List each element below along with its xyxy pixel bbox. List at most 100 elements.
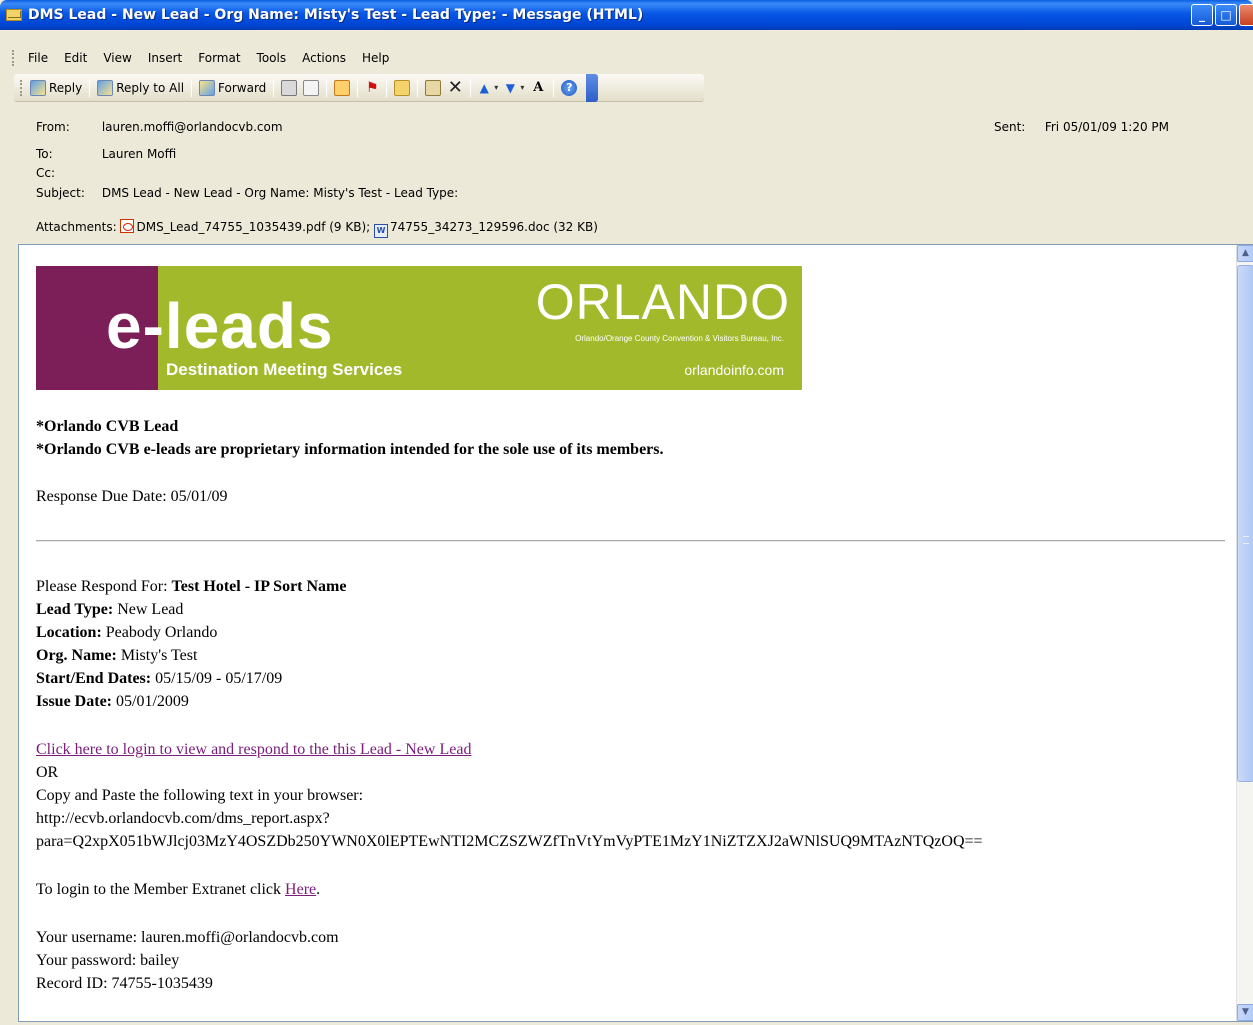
mail-icon xyxy=(334,79,351,96)
window-controls: _ □ xyxy=(1191,4,1253,26)
toolbar-separator xyxy=(273,78,275,97)
response-due-date: Response Due Date: 05/01/09 xyxy=(36,488,228,505)
extranet-line: To login to the Member Extranet click He… xyxy=(36,878,320,901)
menu-format[interactable]: Format xyxy=(190,48,248,68)
toolbar-separator xyxy=(326,78,328,97)
orlando-org-name: Orlando/Orange County Convention & Visit… xyxy=(575,334,784,343)
font-size-button[interactable]: A xyxy=(527,78,549,98)
scroll-thumb[interactable] xyxy=(1237,265,1253,782)
toolbar-separator xyxy=(191,78,193,97)
window-titlebar[interactable]: DMS Lead - New Lead - Org Name: Misty's … xyxy=(0,0,1253,30)
subject-row: Subject: DMS Lead - New Lead - Org Name:… xyxy=(36,186,458,200)
message-body[interactable]: e-leads Destination Meeting Services ORL… xyxy=(18,244,1253,1022)
menu-help[interactable]: Help xyxy=(354,48,397,68)
menubar-grip[interactable] xyxy=(12,50,15,66)
orlando-logo: ORLANDO xyxy=(535,274,790,330)
word-doc-icon: W xyxy=(374,224,389,238)
login-lead-link[interactable]: Click here to login to view and respond … xyxy=(36,738,471,761)
folder-icon xyxy=(394,79,411,96)
dates-value: 05/15/09 - 05/17/09 xyxy=(151,670,283,687)
follow-up-flag-button[interactable]: ⚑ xyxy=(362,78,382,98)
toolbar-options-button[interactable] xyxy=(586,73,599,102)
envelope-icon xyxy=(6,9,22,21)
delete-x-icon: ✕ xyxy=(447,76,463,98)
notice-line-2: *Orlando CVB e-leads are proprietary inf… xyxy=(36,441,664,458)
eleads-banner: e-leads Destination Meeting Services ORL… xyxy=(36,266,802,390)
help-button[interactable]: ? xyxy=(558,78,580,98)
sent-value: Fri 05/01/09 1:20 PM xyxy=(1044,120,1169,134)
pdf-icon xyxy=(120,219,135,233)
previous-item-button[interactable]: ▲ ▾ xyxy=(475,78,501,98)
reply-button[interactable]: Reply xyxy=(27,78,85,98)
issue-date-value: 05/01/2009 xyxy=(112,693,189,710)
delete-button[interactable]: ✕ xyxy=(444,78,466,98)
open-folder-button[interactable] xyxy=(391,78,413,98)
divider xyxy=(36,540,1225,542)
or-text: OR xyxy=(36,764,59,781)
forward-button[interactable]: Forward xyxy=(196,78,269,98)
reply-icon xyxy=(30,79,46,96)
issue-date-label: Issue Date: xyxy=(36,693,112,710)
location-value: Peabody Orlando xyxy=(101,624,218,641)
reply-all-icon xyxy=(97,79,114,96)
forward-label: Forward xyxy=(218,80,267,95)
attachment-pdf[interactable]: DMS_Lead_74755_1035439.pdf (9 KB); xyxy=(120,219,370,234)
cc-row: Cc: xyxy=(36,166,98,180)
attachments-label: Attachments: xyxy=(36,220,117,234)
toolbar-separator xyxy=(470,78,472,97)
vertical-scrollbar[interactable]: ▲ ▼ xyxy=(1236,245,1253,1021)
extranet-prefix: To login to the Member Extranet click xyxy=(36,881,286,898)
menu-file[interactable]: File xyxy=(20,48,56,68)
subject-value: DMS Lead - New Lead - Org Name: Misty's … xyxy=(101,186,459,200)
maximize-button[interactable]: □ xyxy=(1215,4,1237,26)
scroll-down-button[interactable]: ▼ xyxy=(1237,1004,1253,1021)
eleads-logo-text: e-leads xyxy=(106,290,334,362)
menu-bar: File Edit View Insert Format Tools Actio… xyxy=(0,44,1253,72)
username-line: Your username: lauren.moffi@orlandocvb.c… xyxy=(36,929,339,946)
attachment-doc-name: 74755_34273_129596.doc (32 KB) xyxy=(390,220,598,234)
move-icon xyxy=(425,79,442,96)
copy-button[interactable] xyxy=(300,78,322,98)
org-name-line: Org. Name: Misty's Test xyxy=(36,644,197,667)
menu-view[interactable]: View xyxy=(95,48,139,68)
attachment-doc[interactable]: W 74755_34273_129596.doc (32 KB) xyxy=(374,220,598,238)
respond-for-value: Test Hotel - IP Sort Name xyxy=(171,578,347,595)
dropdown-arrow-icon: ▾ xyxy=(520,83,525,92)
to-value[interactable]: Lauren Moffi xyxy=(102,147,176,161)
menu-tools[interactable]: Tools xyxy=(249,48,295,68)
to-label: To: xyxy=(36,147,53,161)
toolbar-grip[interactable] xyxy=(20,79,23,96)
next-item-button[interactable]: ▼ ▾ xyxy=(501,78,527,98)
org-name-value: Misty's Test xyxy=(116,647,198,664)
from-value[interactable]: lauren.moffi@orlandocvb.com xyxy=(102,120,283,134)
forward-icon xyxy=(199,79,216,96)
to-row: To: Lauren Moffi xyxy=(36,147,176,161)
cc-label: Cc: xyxy=(36,166,56,180)
dates-label: Start/End Dates: xyxy=(36,670,152,687)
down-arrow-icon: ▼ xyxy=(505,80,515,95)
org-name-label: Org. Name: xyxy=(36,647,117,664)
close-button[interactable] xyxy=(1239,4,1253,26)
move-to-folder-button[interactable] xyxy=(422,78,444,98)
lead-type-value: New Lead xyxy=(113,601,184,618)
scroll-up-button[interactable]: ▲ xyxy=(1237,245,1253,262)
toolbar-separator xyxy=(386,78,388,97)
lead-type-label: Lead Type: xyxy=(36,601,114,618)
reply-label: Reply xyxy=(49,80,83,95)
record-id-line: Record ID: 74755-1035439 xyxy=(36,975,213,992)
copy-icon xyxy=(303,79,320,96)
send-receive-button[interactable] xyxy=(331,78,353,98)
extranet-here-link[interactable]: Here xyxy=(285,881,316,898)
respond-for-label: Please Respond For: xyxy=(36,578,172,595)
print-button[interactable] xyxy=(278,78,300,98)
menu-insert[interactable]: Insert xyxy=(140,48,190,68)
issue-date-line: Issue Date: 05/01/2009 xyxy=(36,690,189,713)
toolbar-separator xyxy=(89,78,91,97)
scroll-thumb-grip xyxy=(1243,536,1249,544)
menu-actions[interactable]: Actions xyxy=(294,48,354,68)
menu-edit[interactable]: Edit xyxy=(56,48,95,68)
copy-paste-instructions: Copy and Paste the following text in you… xyxy=(36,787,364,804)
reply-all-button[interactable]: Reply to All xyxy=(94,78,187,98)
minimize-button[interactable]: _ xyxy=(1191,4,1213,26)
font-size-icon: A xyxy=(533,79,544,95)
